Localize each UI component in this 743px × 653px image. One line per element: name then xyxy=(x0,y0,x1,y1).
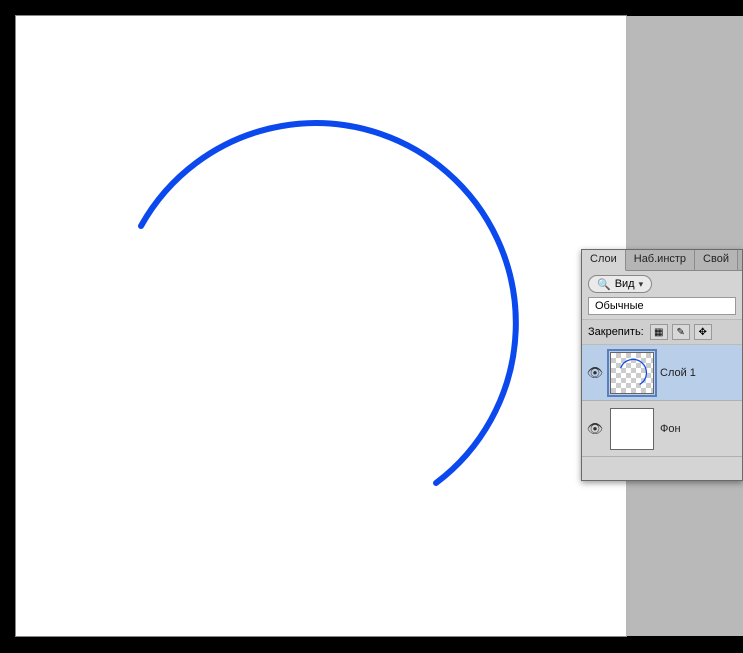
filter-label: Вид xyxy=(615,278,635,290)
search-icon: 🔍 xyxy=(597,278,611,291)
visibility-toggle[interactable]: 👁 xyxy=(586,365,604,381)
layer-thumbnail[interactable] xyxy=(610,352,654,394)
filter-row: 🔍 Вид ▾ xyxy=(582,271,742,297)
brush-icon: ✎ xyxy=(677,327,685,338)
lock-pixels-button[interactable]: ✎ xyxy=(672,324,690,340)
tab-tool-presets[interactable]: Наб.инстр xyxy=(626,250,695,270)
canvas-drawing xyxy=(16,16,626,636)
lock-transparency-button[interactable]: ▦ xyxy=(650,324,668,340)
layer-thumbnail[interactable] xyxy=(610,408,654,450)
visibility-toggle[interactable]: 👁 xyxy=(586,421,604,437)
layers-panel: Слои Наб.инстр Свой 🔍 Вид ▾ Обычные Закр… xyxy=(581,249,743,481)
layer-row[interactable]: 👁 Фон xyxy=(582,401,742,457)
lock-icons: ▦ ✎ ✥ xyxy=(650,324,712,340)
layer-filter-select[interactable]: 🔍 Вид ▾ xyxy=(588,275,652,293)
blend-mode-label: Обычные xyxy=(595,300,644,312)
layers-list: 👁 Слой 1 👁 Фон xyxy=(582,345,742,480)
lock-position-button[interactable]: ✥ xyxy=(694,324,712,340)
tab-layers[interactable]: Слои xyxy=(582,250,626,271)
move-icon: ✥ xyxy=(699,327,707,338)
blend-mode-select[interactable]: Обычные xyxy=(588,297,736,315)
checker-icon: ▦ xyxy=(654,327,663,338)
lock-label: Закрепить: xyxy=(588,326,644,338)
eye-icon: 👁 xyxy=(587,365,604,380)
tab-properties[interactable]: Свой xyxy=(695,250,738,270)
panel-tabs: Слои Наб.инстр Свой xyxy=(582,250,742,271)
layer-name[interactable]: Фон xyxy=(660,423,681,435)
chevron-updown-icon: ▾ xyxy=(639,279,644,290)
layer-name[interactable]: Слой 1 xyxy=(660,367,696,379)
canvas[interactable] xyxy=(16,16,626,636)
layer-row[interactable]: 👁 Слой 1 xyxy=(582,345,742,401)
lock-row: Закрепить: ▦ ✎ ✥ xyxy=(582,319,742,345)
eye-icon: 👁 xyxy=(587,421,604,436)
